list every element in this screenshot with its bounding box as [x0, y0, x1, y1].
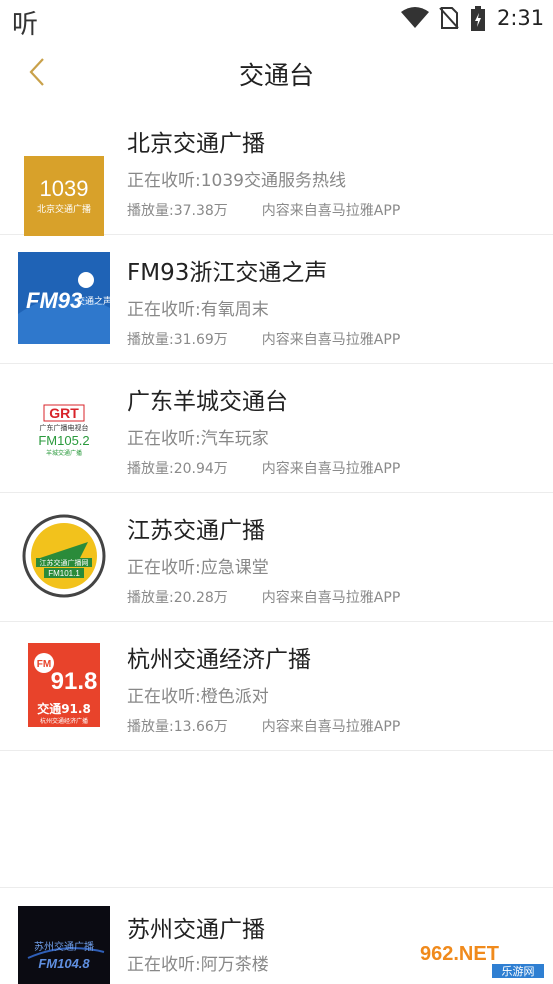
logo-text: FM93	[26, 288, 82, 313]
now-playing-program: 橙色派对	[200, 687, 269, 707]
app-notification-icon: 听	[12, 10, 39, 40]
play-count: 播放量:37.38万	[127, 203, 228, 219]
now-playing-program: 汽车玩家	[200, 429, 269, 449]
radio-logo-image: FM 91.8 交通91.8 杭州交通经济广播	[28, 643, 100, 727]
station-name: 广东羊城交通台	[127, 389, 288, 415]
station-meta: 播放量:37.38万 内容来自喜马拉雅APP	[127, 200, 400, 220]
station-item[interactable]: 江苏交通广播网 FM101.1 江苏交通广播 正在收听:应急课堂 播放量:20.…	[0, 493, 553, 622]
logo-badge: FM	[37, 659, 51, 670]
radio-logo-image: GRT 广东广播电视台 FM105.2 羊城交通广播	[18, 381, 110, 473]
logo-text: 1039	[40, 176, 89, 201]
station-meta: 播放量:13.66万 内容来自喜马拉雅APP	[127, 716, 400, 736]
station-logo: FM 91.8 交通91.8 杭州交通经济广播	[18, 639, 110, 731]
logo-subtext: FM101.1	[48, 569, 80, 578]
station-logo: 江苏交通广播网 FM101.1	[18, 510, 110, 602]
content-source: 内容来自喜马拉雅APP	[261, 332, 401, 348]
station-name: 苏州交通广播	[127, 917, 265, 943]
now-playing-label: 正在收听:	[127, 558, 201, 578]
now-playing: 正在收听:有氧周末	[127, 295, 269, 320]
logo-text: 91.8	[51, 668, 98, 695]
play-count: 播放量:31.69万	[127, 332, 228, 348]
station-meta: 播放量:20.94万 内容来自喜马拉雅APP	[127, 458, 400, 478]
now-playing-label: 正在收听:	[127, 171, 201, 191]
now-playing: 正在收听:应急课堂	[127, 553, 269, 578]
station-name: FM93浙江交通之声	[127, 260, 328, 286]
logo-text: 苏州交通广播	[34, 940, 94, 953]
radio-logo-image: 江苏交通广播网 FM101.1	[22, 514, 106, 598]
logo-subtext: 交通91.8	[37, 701, 91, 716]
station-logo: 1039 北京交通广播	[24, 156, 104, 236]
watermark-subtext: 乐游网	[502, 965, 535, 978]
logo-line1: 杭州交通经济广播	[40, 717, 88, 725]
wifi-icon	[401, 7, 429, 28]
now-playing-label: 正在收听:	[127, 429, 201, 449]
station-logo: GRT 广东广播电视台 FM105.2 羊城交通广播	[18, 381, 110, 473]
now-playing-label: 正在收听:	[127, 687, 201, 707]
now-playing-program: 有氧周末	[200, 300, 269, 320]
watermark-text: 962.NET	[420, 943, 499, 965]
radio-logo-image: 苏州交通广播 FM104.8	[18, 906, 110, 984]
play-count: 播放量:13.66万	[127, 719, 228, 735]
logo-subtext: FM104.8	[38, 956, 90, 971]
content-source: 内容来自喜马拉雅APP	[261, 461, 401, 477]
now-playing: 正在收听:橙色派对	[127, 682, 269, 707]
logo-line2: 羊城交通广播	[46, 449, 82, 457]
battery-charging-icon	[471, 6, 485, 31]
logo-text: 江苏交通广播网	[40, 558, 89, 567]
watermark-logo: 962.NET 乐游网	[414, 938, 548, 980]
now-playing: 正在收听:汽车玩家	[127, 424, 269, 449]
station-name: 杭州交通经济广播	[127, 647, 311, 673]
logo-text: GRT	[49, 405, 79, 421]
page-title: 交通台	[238, 61, 314, 90]
now-playing-label: 正在收听:	[127, 955, 201, 975]
play-count: 播放量:20.94万	[127, 461, 228, 477]
station-item[interactable]: FM93 交通之声 FM93浙江交通之声 正在收听:有氧周末 播放量:31.69…	[0, 235, 553, 364]
logo-subtext: 交通之声	[76, 295, 110, 307]
station-item[interactable]: 1039 北京交通广播 北京交通广播 正在收听:1039交通服务热线 播放量:3…	[0, 106, 553, 236]
radio-logo-image: 1039 北京交通广播	[24, 156, 104, 236]
radio-logo-image: FM93 交通之声	[18, 252, 110, 344]
now-playing-label: 正在收听:	[127, 300, 201, 320]
logo-line1: 广东广播电视台	[40, 423, 89, 432]
station-logo: FM93 交通之声	[18, 252, 110, 344]
status-bar: 听 2:31	[0, 0, 553, 40]
station-name: 江苏交通广播	[127, 518, 265, 544]
station-item[interactable]: GRT 广东广播电视台 FM105.2 羊城交通广播 广东羊城交通台 正在收听:…	[0, 364, 553, 493]
content-source: 内容来自喜马拉雅APP	[261, 719, 401, 735]
now-playing: 正在收听:1039交通服务热线	[127, 166, 346, 191]
now-playing-program: 阿万茶楼	[200, 955, 269, 975]
logo-subtext: FM105.2	[38, 433, 89, 448]
content-source: 内容来自喜马拉雅APP	[261, 590, 401, 606]
page-header: 交通台	[0, 38, 553, 106]
play-count: 播放量:20.28万	[127, 590, 228, 606]
now-playing: 正在收听:阿万茶楼	[127, 950, 269, 975]
station-meta: 播放量:20.28万 内容来自喜马拉雅APP	[127, 587, 400, 607]
station-name: 北京交通广播	[127, 131, 265, 157]
station-logo: 苏州交通广播 FM104.8	[18, 906, 110, 984]
no-sim-icon	[439, 7, 459, 29]
now-playing-program: 应急课堂	[200, 558, 269, 578]
station-list: 1039 北京交通广播 北京交通广播 正在收听:1039交通服务热线 播放量:3…	[0, 106, 553, 751]
content-source: 内容来自喜马拉雅APP	[261, 203, 401, 219]
now-playing-program: 1039交通服务热线	[200, 171, 346, 191]
station-meta: 播放量:31.69万 内容来自喜马拉雅APP	[127, 329, 400, 349]
station-item[interactable]: FM 91.8 交通91.8 杭州交通经济广播 杭州交通经济广播 正在收听:橙色…	[0, 622, 553, 751]
clock: 2:31	[497, 6, 545, 30]
logo-subtext: 北京交通广播	[37, 203, 91, 215]
